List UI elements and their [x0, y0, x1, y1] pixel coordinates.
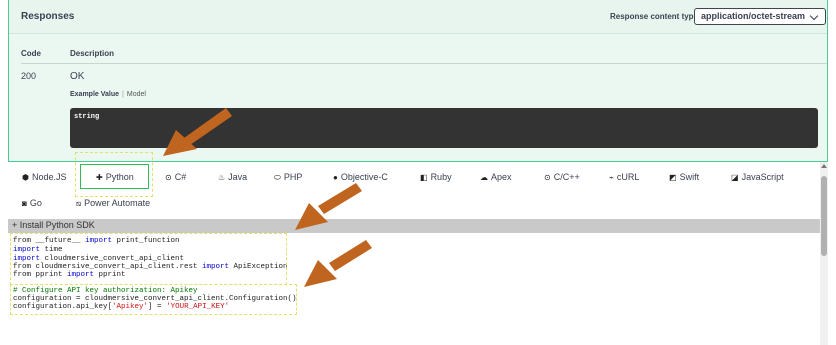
csharp-icon: ⊙	[165, 173, 172, 182]
lang-cpp[interactable]: ⊙ C/C++	[544, 172, 580, 182]
imports-highlight-outline	[10, 233, 287, 285]
lang-power-automate[interactable]: ⧅ Power Automate	[76, 198, 150, 209]
response-content-type-value: application/octet-stream	[701, 11, 806, 21]
lang-label: JavaScript	[741, 172, 784, 182]
java-icon: ♨	[218, 173, 226, 182]
lang-apex[interactable]: ☁ Apex	[480, 172, 512, 182]
lang-nodejs[interactable]: ⬢ Node.JS	[22, 172, 67, 182]
response-content-type-select[interactable]: application/octet-stream	[694, 8, 826, 25]
lang-label: Power Automate	[84, 198, 151, 208]
responses-panel: Responses Response content type applicat…	[8, 0, 828, 162]
lang-label: cURL	[616, 172, 640, 182]
go-icon: ◙	[22, 199, 27, 208]
lang-label: Swift	[679, 172, 700, 182]
lang-label: Node.JS	[31, 172, 67, 182]
curl-icon: ⌁	[609, 173, 614, 182]
column-header-code: Code	[21, 49, 41, 58]
ruby-icon: ◧	[420, 173, 428, 182]
tab-example-value[interactable]: Example Value	[70, 91, 119, 98]
example-value-text: string	[74, 113, 100, 121]
example-tabs: Example Value | Model	[70, 91, 146, 98]
scroll-thumb[interactable]	[821, 176, 827, 256]
lang-label: Ruby	[430, 172, 452, 182]
lang-csharp[interactable]: ⊙ C#	[165, 172, 186, 182]
lang-label: Go	[29, 198, 42, 208]
example-value-box: string	[70, 108, 818, 148]
python-icon: ✚	[96, 173, 103, 182]
response-content-type-label: Response content type	[610, 12, 699, 21]
lang-java[interactable]: ♨ Java	[218, 172, 247, 182]
vertical-scrollbar[interactable]	[820, 162, 828, 345]
chevron-down-icon	[809, 11, 819, 21]
header-divider	[21, 63, 827, 64]
responses-title: Responses	[21, 11, 75, 22]
response-code: 200	[21, 71, 37, 81]
lang-label: Java	[228, 172, 248, 182]
tab-separator: |	[122, 91, 124, 98]
lang-label: Python	[105, 172, 134, 182]
javascript-icon: ◪	[731, 173, 739, 182]
lang-go[interactable]: ◙ Go	[22, 198, 42, 208]
lang-swift[interactable]: ◩ Swift	[669, 172, 699, 182]
cpp-icon: ⊙	[544, 173, 551, 182]
responses-header: Responses Response content type applicat…	[9, 0, 827, 34]
column-header-description: Description	[70, 49, 115, 58]
lang-label: PHP	[283, 172, 303, 182]
lang-php[interactable]: ⬭ PHP	[274, 172, 302, 183]
lang-objective-c[interactable]: ● Objective-C	[333, 172, 388, 182]
install-sdk-toggle[interactable]: + Install Python SDK	[8, 219, 820, 233]
swift-icon: ◩	[669, 173, 677, 182]
config-highlight-outline	[10, 284, 297, 315]
tab-model[interactable]: Model	[127, 91, 146, 98]
scroll-up-arrow-icon[interactable]	[821, 164, 827, 168]
lang-ruby[interactable]: ◧ Ruby	[420, 172, 452, 182]
lang-label: C/C++	[553, 172, 580, 182]
page-frame: Responses Response content type applicat…	[0, 0, 836, 345]
lang-curl[interactable]: ⌁ cURL	[609, 172, 639, 182]
apex-icon: ☁	[480, 173, 488, 182]
php-icon: ⬭	[274, 173, 281, 182]
lang-label: Objective-C	[340, 172, 388, 182]
apple-icon: ●	[333, 173, 338, 182]
lang-python[interactable]: ✚ Python	[96, 172, 134, 182]
lang-label: C#	[174, 172, 187, 182]
power-automate-icon: ⧅	[76, 199, 82, 208]
nodejs-icon: ⬢	[22, 173, 29, 182]
lang-javascript[interactable]: ◪ JavaScript	[731, 172, 784, 182]
lang-label: Apex	[491, 172, 512, 182]
response-description: OK	[70, 71, 85, 82]
